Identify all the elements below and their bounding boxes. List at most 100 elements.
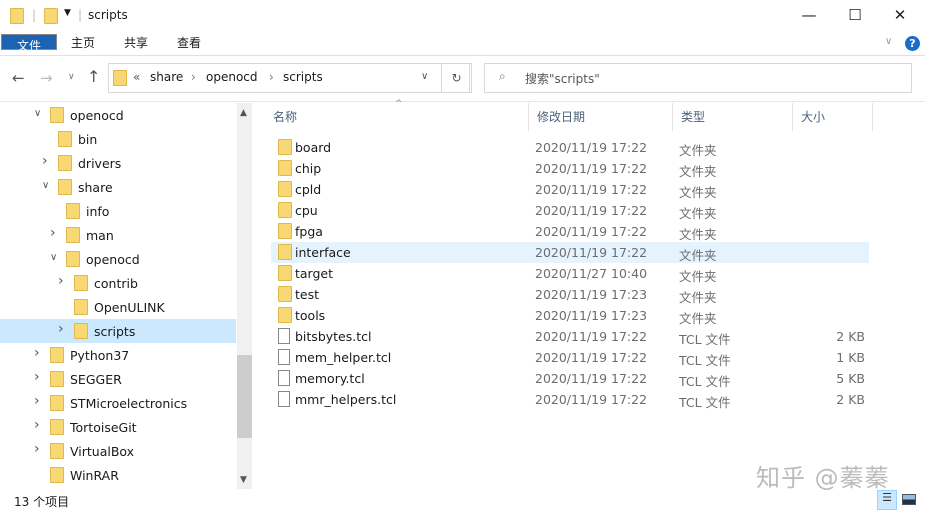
quick-access-folder-icon[interactable] — [44, 8, 58, 24]
file-date: 2020/11/19 17:22 — [535, 371, 648, 386]
refresh-button[interactable]: ↻ — [441, 63, 472, 93]
column-date[interactable]: 修改日期 — [529, 103, 673, 131]
tab-home[interactable]: 主页 — [62, 32, 104, 55]
tree-item[interactable]: › SEGGER — [0, 367, 236, 391]
file-name: fpga — [295, 224, 323, 239]
file-row[interactable]: tools 2020/11/19 17:23 文件夹 — [271, 305, 869, 326]
expand-chevron-icon[interactable]: › — [50, 225, 56, 241]
file-row[interactable]: mem_helper.tcl 2020/11/19 17:22 TCL 文件 1 KB — [271, 347, 869, 368]
tab-share[interactable]: 共享 — [115, 32, 157, 55]
file-date: 2020/11/19 17:22 — [535, 182, 648, 197]
tree-item[interactable]: › man — [0, 223, 236, 247]
minimize-button[interactable]: — — [794, 6, 824, 26]
forward-arrow-icon[interactable]: → — [40, 69, 53, 87]
expand-chevron-icon[interactable]: › — [58, 273, 64, 289]
nav-scrollbar-thumb[interactable] — [237, 355, 252, 438]
expand-chevron-icon[interactable]: › — [34, 441, 40, 457]
recent-locations-icon[interactable]: ∨ — [68, 72, 75, 82]
details-view-button[interactable]: ☰ — [877, 490, 897, 510]
search-box[interactable]: ⌕ 搜索"scripts" — [484, 63, 912, 93]
breadcrumb-share[interactable]: share — [150, 70, 183, 84]
column-name[interactable]: 名称 — [265, 103, 529, 131]
tree-item[interactable]: bin — [0, 127, 236, 151]
file-name: tools — [295, 308, 326, 323]
file-row[interactable]: memory.tcl 2020/11/19 17:22 TCL 文件 5 KB — [271, 368, 869, 389]
file-type: 文件夹 — [679, 185, 717, 200]
file-row[interactable]: cpld 2020/11/19 17:22 文件夹 — [271, 179, 869, 200]
file-row[interactable]: bitsbytes.tcl 2020/11/19 17:22 TCL 文件 2 KB — [271, 326, 869, 347]
tree-item-label: TortoiseGit — [70, 420, 137, 435]
folder-icon — [74, 275, 88, 291]
tree-item[interactable]: ∨ share — [0, 175, 236, 199]
column-size[interactable]: 大小 — [793, 103, 873, 131]
search-input[interactable]: 搜索"scripts" — [525, 70, 600, 87]
column-type[interactable]: 类型 — [673, 103, 793, 131]
expand-chevron-icon[interactable]: › — [34, 417, 40, 433]
file-row[interactable]: board 2020/11/19 17:22 文件夹 — [271, 137, 869, 158]
expand-chevron-icon[interactable]: › — [58, 321, 64, 337]
expand-chevron-icon[interactable]: › — [34, 345, 40, 361]
tab-view[interactable]: 查看 — [168, 32, 210, 55]
tree-item[interactable]: OpenULINK — [0, 295, 236, 319]
expand-ribbon-icon[interactable]: ∨ — [885, 36, 892, 47]
file-row[interactable]: mmr_helpers.tcl 2020/11/19 17:22 TCL 文件 2 K… — [271, 389, 869, 410]
folder-icon — [278, 286, 292, 302]
file-date: 2020/11/19 17:22 — [535, 140, 648, 155]
tree-item[interactable]: › TortoiseGit — [0, 415, 236, 439]
tree-item[interactable]: ∨ openocd — [0, 103, 236, 127]
file-row[interactable]: test 2020/11/19 17:23 文件夹 — [271, 284, 869, 305]
file-row[interactable]: cpu 2020/11/19 17:22 文件夹 — [271, 200, 869, 221]
collapse-chevron-icon[interactable]: ∨ — [50, 252, 57, 263]
file-type: TCL 文件 — [679, 332, 731, 347]
address-dropdown-icon[interactable]: ∨ — [421, 71, 428, 82]
tree-item[interactable]: › contrib — [0, 271, 236, 295]
file-type: 文件夹 — [679, 290, 717, 305]
large-icons-view-button[interactable] — [902, 494, 916, 505]
breadcrumb-scripts[interactable]: scripts — [283, 70, 323, 84]
folder-icon — [50, 107, 64, 123]
collapse-chevron-icon[interactable]: ∨ — [42, 180, 49, 191]
tree-item[interactable]: › Python37 — [0, 343, 236, 367]
folder-icon — [278, 307, 292, 323]
file-row[interactable]: target 2020/11/27 10:40 文件夹 — [271, 263, 869, 284]
customize-toolbar-icon[interactable]: ▼ — [64, 8, 71, 18]
folder-icon — [10, 8, 24, 24]
collapse-chevron-icon[interactable]: ∨ — [34, 108, 41, 119]
file-type: TCL 文件 — [679, 395, 731, 410]
expand-chevron-icon[interactable]: › — [42, 153, 48, 169]
file-row[interactable]: fpga 2020/11/19 17:22 文件夹 — [271, 221, 869, 242]
address-bar[interactable]: « share › openocd › scripts ∨ — [108, 63, 470, 93]
file-row[interactable]: interface 2020/11/19 17:22 文件夹 — [271, 242, 869, 263]
up-arrow-icon[interactable]: ↑ — [87, 67, 100, 86]
tab-file[interactable]: 文件 — [1, 34, 57, 53]
file-name: test — [295, 287, 320, 302]
file-row[interactable]: chip 2020/11/19 17:22 文件夹 — [271, 158, 869, 179]
tree-item[interactable]: ∨ openocd — [0, 247, 236, 271]
tree-item[interactable]: › STMicroelectronics — [0, 391, 236, 415]
folder-icon — [50, 467, 64, 483]
file-date: 2020/11/19 17:22 — [535, 161, 648, 176]
tree-item[interactable]: › drivers — [0, 151, 236, 175]
file-name: memory.tcl — [295, 371, 365, 386]
back-arrow-icon[interactable]: ← — [12, 69, 25, 87]
tree-item[interactable]: › scripts — [0, 319, 236, 343]
folder-icon — [58, 179, 72, 195]
tree-item[interactable]: › VirtualBox — [0, 439, 236, 463]
file-type: TCL 文件 — [679, 353, 731, 368]
file-type: TCL 文件 — [679, 374, 731, 389]
file-icon — [278, 391, 290, 407]
tree-item[interactable]: WinRAR — [0, 463, 236, 487]
breadcrumb-openocd[interactable]: openocd — [206, 70, 258, 84]
file-icon — [278, 370, 290, 386]
watermark: 知乎 @蓁蓁 — [756, 464, 890, 492]
close-button[interactable]: ✕ — [885, 6, 915, 26]
maximize-button[interactable]: ☐ — [840, 6, 870, 26]
expand-chevron-icon[interactable]: › — [34, 369, 40, 385]
file-name: mem_helper.tcl — [295, 350, 392, 365]
file-date: 2020/11/19 17:23 — [535, 308, 648, 323]
tree-item[interactable]: info — [0, 199, 236, 223]
expand-chevron-icon[interactable]: › — [34, 393, 40, 409]
overflow-crumb[interactable]: « — [133, 70, 140, 84]
help-icon[interactable]: ? — [905, 36, 920, 51]
folder-icon — [50, 395, 64, 411]
